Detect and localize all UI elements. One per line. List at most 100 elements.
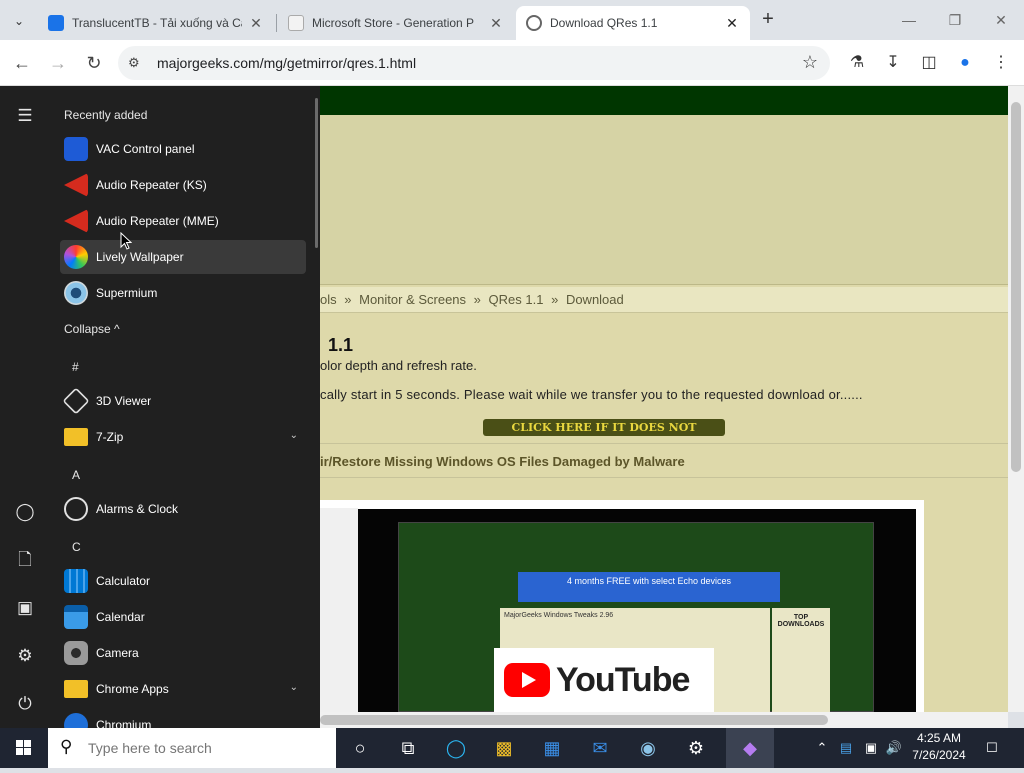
camera-icon [64,641,88,665]
breadcrumb-item[interactable]: Monitor & Screens [359,292,466,307]
tab-microsoft-store[interactable]: Microsoft Store - Generation P ✕ [278,6,514,40]
clock[interactable]: 4:25 AM 7/26/2024 [904,730,974,764]
forward-button[interactable]: → [44,49,72,77]
app-list: Recently added VAC Control panel Audio R… [50,86,312,728]
app-7-zip[interactable]: 7-Zip ⌄ [60,420,306,454]
tab-title: Microsoft Store - Generation P [312,16,475,30]
web-page: ols » Monitor & Screens » QRes 1.1 » Dow… [320,86,1008,712]
click-here-button[interactable]: CLICK HERE IF IT DOES NOT [483,419,725,436]
collapse-button[interactable]: Collapse ^ [64,322,120,336]
app-chrome-apps[interactable]: Chrome Apps ⌄ [60,672,306,706]
related-article-link[interactable]: ir/Restore Missing Windows OS Files Dama… [320,454,685,469]
page-vertical-scrollbar[interactable] [1008,86,1024,712]
power-icon[interactable]: ⏻ [13,692,37,716]
app-lively-wallpaper[interactable]: Lively Wallpaper [60,240,306,274]
close-icon[interactable]: ✕ [724,15,740,32]
breadcrumb-separator: » [344,292,352,307]
settings-gear-icon[interactable]: ⚙ [672,728,720,768]
url-text[interactable]: majorgeeks.com/mg/getmirror/qres.1.html [157,55,416,71]
input-method-icon[interactable]: ▤ [836,728,856,768]
search-icon: ⚲ [60,737,73,756]
app-label: VAC Control panel [96,142,195,156]
reload-button[interactable]: ↻ [80,49,108,77]
tab-download-qres[interactable]: Download QRes 1.1 ✕ [516,6,750,40]
cortana-icon[interactable]: ○ [336,728,384,768]
divider [320,477,1008,478]
bookmark-star-icon[interactable]: ☆ [802,52,818,73]
profile-icon[interactable]: ● [954,52,976,74]
app-alarms-clock[interactable]: Alarms & Clock [60,492,306,526]
youtube-label: YouTube [556,660,690,699]
group-letter[interactable]: C [72,540,81,554]
close-window-button[interactable]: ✕ [978,0,1024,40]
restore-button[interactable]: ❐ [932,0,978,40]
video-ad-banner: 4 months FREE with select Echo devices [518,572,780,602]
app-label: Audio Repeater (MME) [96,214,219,228]
breadcrumb-item[interactable]: Download [566,292,624,307]
chromium-icon [64,713,88,728]
user-account-icon[interactable]: ◯ [13,500,37,524]
page-horizontal-scrollbar[interactable] [320,712,1008,728]
scroll-thumb[interactable] [1011,102,1021,472]
menu-kebab-icon[interactable]: ⋮ [990,52,1012,74]
settings-gear-icon[interactable]: ⚙ [13,644,37,668]
chevron-down-icon[interactable]: ⌄ [290,682,298,693]
app-label: Calendar [96,610,145,624]
visual-studio-icon[interactable]: ◆ [726,728,774,768]
lively-icon [64,245,88,269]
back-button[interactable]: ← [8,49,36,77]
chevron-down-icon[interactable]: ⌄ [290,430,298,441]
app-label: Audio Repeater (KS) [96,178,207,192]
microsoft-store-icon[interactable]: ▦ [528,728,576,768]
notification-icon[interactable]: ☐ [980,728,1004,768]
close-icon[interactable]: ✕ [488,15,504,32]
network-icon[interactable]: ▣ [860,728,882,768]
play-icon[interactable] [504,663,550,697]
video-desktop-icons [320,508,358,712]
start-menu: ☰ ◯ 🗋 ▣ ⚙ ⏻ Recently added VAC Control p… [0,86,320,728]
taskbar: ⚲ ○ ⧉ ◯ ▩ ▦ ✉ ◉ ⚙ ◆ ⌃ ▤ ▣ 🔊 4:25 AM 7/26… [0,728,1024,768]
breadcrumb-item[interactable]: ols [320,292,337,307]
supermium-taskbar-icon[interactable]: ◉ [624,728,672,768]
youtube-logo[interactable]: YouTube [494,648,714,712]
show-hidden-icons-chevron-icon[interactable]: ⌃ [812,728,832,768]
search-input[interactable] [88,740,318,756]
video-embed[interactable]: 4 months FREE with select Echo devices M… [320,500,924,712]
minimize-button[interactable]: — [886,0,932,40]
tab-translucenttb[interactable]: TranslucentTB - Tải xuống và Cà ✕ [38,6,274,40]
pictures-icon[interactable]: ▣ [13,596,37,620]
site-info-icon[interactable]: ⚙ [128,55,144,71]
file-explorer-icon[interactable]: ▩ [480,728,528,768]
mail-icon[interactable]: ✉ [576,728,624,768]
start-menu-scrollbar[interactable] [315,98,318,248]
app-supermium[interactable]: Supermium [60,276,306,310]
volume-icon[interactable]: 🔊 [884,728,904,768]
taskbar-search[interactable]: ⚲ [48,728,336,768]
close-icon[interactable]: ✕ [248,15,264,32]
app-vac-control-panel[interactable]: VAC Control panel [60,132,306,166]
documents-icon[interactable]: 🗋 [13,548,37,572]
side-panel-icon[interactable]: ◫ [918,52,940,74]
group-letter[interactable]: A [72,468,80,482]
tab-search-button[interactable]: ⌄ [6,8,32,34]
new-tab-button[interactable]: + [756,8,780,32]
app-calculator[interactable]: Calculator [60,564,306,598]
app-camera[interactable]: Camera [60,636,306,670]
app-chromium[interactable]: Chromium [60,708,306,728]
folder-icon [64,680,88,698]
hamburger-menu-icon[interactable]: ☰ [13,104,37,128]
app-calendar[interactable]: Calendar [60,600,306,634]
supermium-icon [64,281,88,305]
task-view-icon[interactable]: ⧉ [384,728,432,768]
scroll-thumb[interactable] [320,715,828,725]
app-audio-repeater-ks[interactable]: Audio Repeater (KS) [60,168,306,202]
edge-icon[interactable]: ◯ [432,728,480,768]
breadcrumb-item[interactable]: QRes 1.1 [489,292,544,307]
app-3d-viewer[interactable]: 3D Viewer [60,384,306,418]
start-button[interactable] [0,728,48,768]
app-audio-repeater-mme[interactable]: Audio Repeater (MME) [60,204,306,238]
download-icon[interactable]: ↧ [882,52,904,74]
labs-flask-icon[interactable]: ⚗ [846,52,868,74]
group-letter[interactable]: # [72,360,79,374]
address-bar[interactable]: ⚙ majorgeeks.com/mg/getmirror/qres.1.htm… [118,46,830,80]
